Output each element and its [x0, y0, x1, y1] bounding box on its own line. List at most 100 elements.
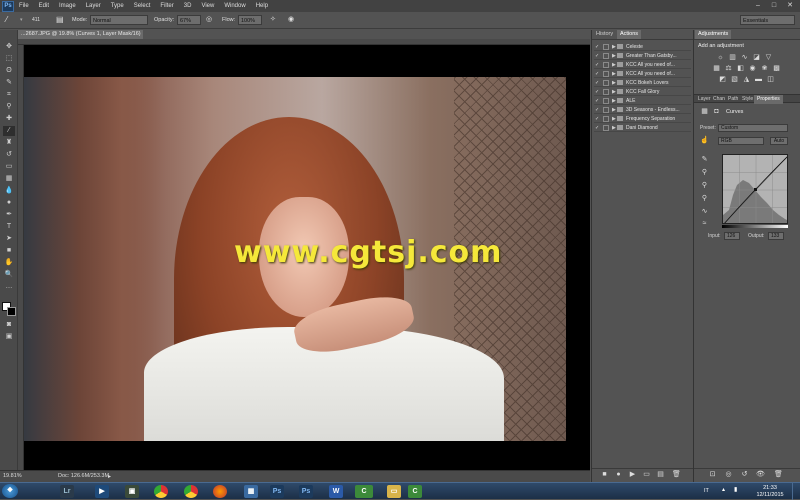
check-icon[interactable]: ✓	[595, 44, 601, 50]
gradient-map-icon[interactable]: ▬	[754, 76, 763, 84]
word-icon[interactable]: W	[329, 485, 343, 498]
document-image[interactable]: www.cgtsj.com	[24, 77, 566, 441]
action-set-row[interactable]: ✓ ▶ KCC All you need of...	[594, 61, 691, 69]
black-eyedropper-icon[interactable]: ⚲	[700, 169, 709, 177]
mode-select[interactable]: Normal	[90, 15, 148, 25]
tab-properties[interactable]: Properties	[754, 95, 783, 104]
menu-view[interactable]: View	[196, 3, 219, 9]
firefox-icon[interactable]	[213, 485, 227, 498]
tab-history[interactable]: History	[593, 30, 616, 39]
more-tools-icon[interactable]: …	[3, 282, 15, 292]
visibility-icon[interactable]: 👁	[756, 471, 765, 479]
flow-input[interactable]: 100%	[238, 15, 262, 25]
trash-icon[interactable]: 🗑	[774, 471, 783, 479]
action-set-row[interactable]: ✓ ▶ Celeste	[594, 43, 691, 51]
quick-mask-icon[interactable]: ◙	[3, 320, 15, 330]
notification-arrow-icon[interactable]: ▴	[722, 487, 725, 493]
camtasia-icon[interactable]: C	[408, 485, 422, 498]
eraser-tool-icon[interactable]: ▭	[3, 162, 15, 172]
menu-3d[interactable]: 3D	[179, 3, 197, 9]
action-set-row[interactable]: ✓ ▶ KCC Fall Glory	[594, 88, 691, 96]
expand-arrow-icon[interactable]: ▶	[612, 79, 616, 87]
dialog-toggle[interactable]	[603, 125, 609, 131]
invert-icon[interactable]: ◩	[718, 76, 727, 84]
white-eyedropper-icon[interactable]: ⚲	[700, 195, 709, 203]
marquee-tool-icon[interactable]: ⬚	[3, 54, 15, 64]
blur-tool-icon[interactable]: 💧	[3, 186, 15, 196]
media-player-icon[interactable]: ▶	[95, 485, 109, 498]
brush-panel-icon[interactable]: ▤	[56, 15, 64, 25]
gray-eyedropper-icon[interactable]: ⚲	[700, 182, 709, 190]
target-adjust-icon[interactable]: ☝	[700, 137, 709, 145]
move-tool-icon[interactable]: ✥	[3, 42, 15, 52]
channel-select[interactable]: RGB	[718, 137, 764, 145]
menu-select[interactable]: Select	[129, 3, 156, 9]
canvas[interactable]: www.cgtsj.com	[24, 45, 590, 470]
action-set-row[interactable]: ✓ ▶ Dani Diamond	[594, 124, 691, 132]
photoshop-icon[interactable]: Ps	[299, 485, 313, 498]
healing-brush-icon[interactable]: ✚	[3, 114, 15, 124]
preset-select[interactable]: Custom	[718, 124, 788, 132]
crop-tool-icon[interactable]: ⌗	[3, 90, 15, 100]
view-previous-icon[interactable]: ◎	[724, 471, 733, 479]
clock-time[interactable]: 21:33	[758, 485, 782, 491]
menu-image[interactable]: Image	[54, 3, 81, 9]
trash-icon[interactable]: 🗑	[672, 471, 681, 479]
shape-tool-icon[interactable]: ■	[3, 246, 15, 256]
dialog-toggle[interactable]	[603, 89, 609, 95]
dialog-toggle[interactable]	[603, 62, 609, 68]
dialog-toggle[interactable]	[603, 116, 609, 122]
record-icon[interactable]: ●	[614, 471, 623, 479]
show-desktop-button[interactable]	[792, 483, 800, 500]
menu-help[interactable]: Help	[251, 3, 273, 9]
clock-date[interactable]: 12/11/2015	[752, 492, 788, 498]
hand-tool-icon[interactable]: ✋	[3, 258, 15, 268]
dialog-toggle[interactable]	[603, 107, 609, 113]
vibrance-icon[interactable]: ▽	[764, 54, 773, 62]
chrome-icon[interactable]	[184, 485, 198, 498]
output-value-field[interactable]: 133	[768, 232, 784, 240]
expand-arrow-icon[interactable]: ▶	[612, 97, 616, 105]
expand-arrow-icon[interactable]: ▶	[612, 61, 616, 69]
zoom-tool-icon[interactable]: 🔍	[3, 270, 15, 280]
pressure-size-icon[interactable]: ◉	[288, 15, 294, 25]
hue-sat-icon[interactable]: ▦	[712, 65, 721, 73]
new-action-icon[interactable]: ▤	[656, 471, 665, 479]
screen-mode-icon[interactable]: ▣	[3, 332, 15, 342]
play-icon[interactable]: ▶	[628, 471, 637, 479]
menu-filter[interactable]: Filter	[155, 3, 178, 9]
dialog-toggle[interactable]	[603, 80, 609, 86]
clone-stamp-icon[interactable]: ♜	[3, 138, 15, 148]
eyedropper-tool-icon[interactable]: ⚲	[3, 102, 15, 112]
posterize-icon[interactable]: ▧	[730, 76, 739, 84]
path-select-icon[interactable]: ➤	[3, 234, 15, 244]
expand-arrow-icon[interactable]: ▶	[612, 70, 616, 78]
action-set-row[interactable]: ✓ ▶ 3D Seasons - Endless...	[594, 106, 691, 114]
expand-arrow-icon[interactable]: ▶	[612, 43, 616, 51]
dialog-toggle[interactable]	[603, 53, 609, 59]
document-tab[interactable]: ...2687.JPG @ 19.8% (Curves 1, Layer Mas…	[18, 30, 143, 46]
status-menu-arrow-icon[interactable]: ▸	[108, 473, 111, 480]
check-icon[interactable]: ✓	[595, 71, 601, 77]
tab-actions[interactable]: Actions	[617, 30, 642, 39]
clip-layer-icon[interactable]: ⊡	[708, 471, 717, 479]
explorer-icon[interactable]: ▦	[244, 485, 258, 498]
expand-arrow-icon[interactable]: ▶	[612, 115, 616, 123]
start-orb-icon[interactable]: ❖	[2, 484, 18, 498]
action-set-row[interactable]: ✓ ▶ Frequency Separation	[594, 115, 691, 123]
close-icon[interactable]: ✕	[784, 1, 796, 10]
chrome-icon[interactable]	[154, 485, 168, 498]
menu-layer[interactable]: Layer	[81, 3, 106, 9]
check-icon[interactable]: ✓	[595, 80, 601, 86]
network-icon[interactable]: ▮	[734, 487, 737, 493]
curves-icon[interactable]: ∿	[740, 54, 749, 62]
workspace-select[interactable]: Essentials	[740, 15, 795, 25]
color-lookup-icon[interactable]: ▩	[772, 65, 781, 73]
background-color-swatch[interactable]	[7, 307, 16, 316]
dialog-toggle[interactable]	[603, 98, 609, 104]
photo-filter-icon[interactable]: ◉	[748, 65, 757, 73]
check-icon[interactable]: ✓	[595, 89, 601, 95]
type-tool-icon[interactable]: T	[3, 222, 15, 232]
expand-arrow-icon[interactable]: ▶	[612, 124, 616, 132]
check-icon[interactable]: ✓	[595, 125, 601, 131]
